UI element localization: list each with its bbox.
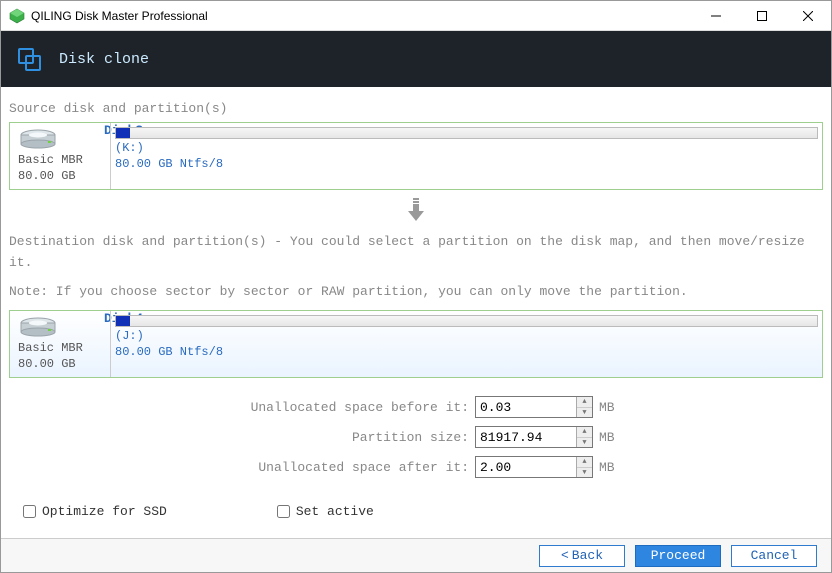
- destination-partition-info: 80.00 GB Ntfs/8: [115, 345, 818, 359]
- source-partition-bar[interactable]: [115, 127, 818, 139]
- page-header: Disk clone: [1, 31, 831, 87]
- hard-drive-icon: [18, 129, 58, 149]
- set-active-checkbox[interactable]: Set active: [277, 504, 374, 519]
- partition-size-label: Partition size:: [209, 430, 469, 445]
- source-partition-letter: (K:): [115, 141, 818, 155]
- unalloc-after-label: Unallocated space after it:: [209, 460, 469, 475]
- unalloc-after-input-wrap: ▲ ▼: [475, 456, 593, 478]
- partition-size-form: Unallocated space before it: ▲ ▼ MB Part…: [9, 396, 823, 478]
- destination-partition-used: [116, 316, 130, 326]
- source-partition-info: 80.00 GB Ntfs/8: [115, 157, 818, 171]
- app-logo-icon: [9, 8, 25, 24]
- destination-disk-panel[interactable]: Disk4 Basic MBR 80.00 GB (J:) 80.00 GB N…: [9, 310, 823, 378]
- source-disk-info: Disk3 Basic MBR 80.00 GB: [10, 123, 110, 189]
- optimize-ssd-checkbox[interactable]: Optimize for SSD: [23, 504, 167, 519]
- partition-size-input[interactable]: [476, 427, 576, 447]
- main-content: Source disk and partition(s) Disk3 Basic…: [1, 87, 831, 527]
- unalloc-before-input[interactable]: [476, 397, 576, 417]
- close-button[interactable]: [785, 1, 831, 30]
- unalloc-after-step-up[interactable]: ▲: [577, 457, 592, 468]
- window-title: QILING Disk Master Professional: [31, 9, 693, 23]
- destination-partition-bar[interactable]: [115, 315, 818, 327]
- unalloc-after-step-down[interactable]: ▼: [577, 468, 592, 478]
- page-title: Disk clone: [59, 51, 149, 68]
- source-partition-used: [116, 128, 130, 138]
- source-section-label: Source disk and partition(s): [9, 101, 823, 116]
- unit-label: MB: [599, 430, 623, 445]
- source-partition-map[interactable]: (K:) 80.00 GB Ntfs/8: [110, 123, 822, 189]
- unit-label: MB: [599, 400, 623, 415]
- destination-disk-info: Disk4 Basic MBR 80.00 GB: [10, 311, 110, 377]
- proceed-button[interactable]: Proceed: [635, 545, 721, 567]
- set-active-input[interactable]: [277, 505, 290, 518]
- disk-clone-icon: [17, 46, 43, 72]
- titlebar: QILING Disk Master Professional: [1, 1, 831, 31]
- optimize-ssd-input[interactable]: [23, 505, 36, 518]
- window-controls: [693, 1, 831, 30]
- maximize-button[interactable]: [739, 1, 785, 30]
- footer: < Back Proceed Cancel: [1, 538, 831, 572]
- unalloc-before-step-down[interactable]: ▼: [577, 408, 592, 418]
- destination-note: Note: If you choose sector by sector or …: [9, 282, 823, 303]
- destination-partition-letter: (J:): [115, 329, 818, 343]
- source-disk-panel[interactable]: Disk3 Basic MBR 80.00 GB (K:) 80.00 GB N…: [9, 122, 823, 190]
- destination-partition-map[interactable]: (J:) 80.00 GB Ntfs/8: [110, 311, 822, 377]
- cancel-button-label: Cancel: [751, 548, 798, 563]
- partition-size-step-down[interactable]: ▼: [577, 438, 592, 448]
- cancel-button[interactable]: Cancel: [731, 545, 817, 567]
- partition-size-step-up[interactable]: ▲: [577, 427, 592, 438]
- unit-label: MB: [599, 460, 623, 475]
- source-disk-type: Basic MBR: [18, 153, 83, 167]
- unalloc-before-label: Unallocated space before it:: [209, 400, 469, 415]
- destination-section-label: Destination disk and partition(s) - You …: [9, 232, 823, 274]
- unalloc-before-step-up[interactable]: ▲: [577, 397, 592, 408]
- unalloc-before-input-wrap: ▲ ▼: [475, 396, 593, 418]
- options-row: Optimize for SSD Set active: [9, 504, 823, 519]
- destination-disk-type: Basic MBR: [18, 341, 83, 355]
- back-button[interactable]: < Back: [539, 545, 625, 567]
- set-active-label: Set active: [296, 504, 374, 519]
- partition-size-input-wrap: ▲ ▼: [475, 426, 593, 448]
- chevron-left-icon: <: [561, 548, 569, 563]
- back-button-label: Back: [572, 548, 603, 563]
- destination-disk-size: 80.00 GB: [18, 357, 76, 371]
- source-disk-size: 80.00 GB: [18, 169, 76, 183]
- optimize-ssd-label: Optimize for SSD: [42, 504, 167, 519]
- proceed-button-label: Proceed: [651, 548, 706, 563]
- unalloc-after-input[interactable]: [476, 457, 576, 477]
- minimize-button[interactable]: [693, 1, 739, 30]
- hard-drive-icon: [18, 317, 58, 337]
- arrow-down-icon: [9, 198, 823, 226]
